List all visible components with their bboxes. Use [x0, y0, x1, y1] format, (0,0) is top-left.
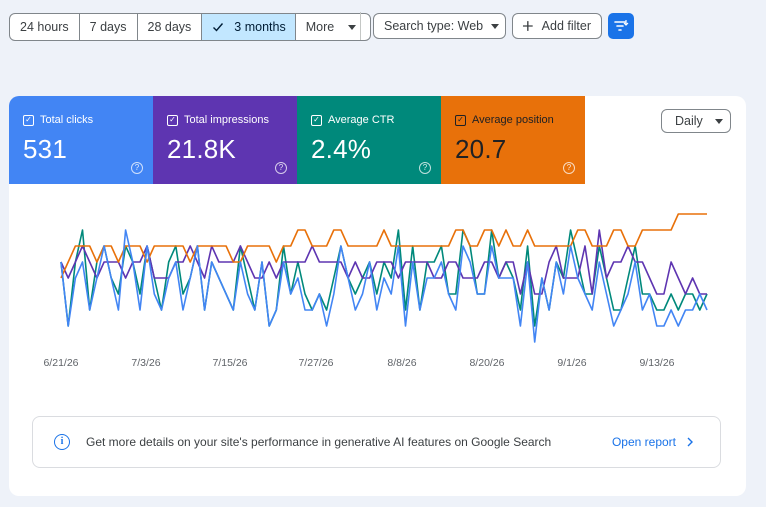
range-label: 3 months [234, 20, 286, 34]
filter-list-icon [614, 20, 629, 31]
range-label: 28 days [147, 20, 192, 34]
range-7-days[interactable]: 7 days [80, 14, 138, 40]
check-icon [213, 23, 224, 32]
toolbar-divider [360, 12, 361, 40]
x-tick-label: 6/21/26 [43, 357, 78, 369]
performance-line-chart: 6/21/26 7/3/26 7/15/26 7/27/26 8/8/26 8/20/26… [43, 213, 708, 369]
add-filter-button[interactable]: Add filter [512, 13, 602, 39]
x-tick-label: 7/15/26 [212, 357, 247, 369]
range-label: More [305, 20, 335, 34]
ai-features-banner: i Get more details on your site's perfor… [32, 416, 721, 468]
open-report-label: Open report [611, 435, 676, 449]
x-tick-label: 9/13/26 [639, 357, 674, 369]
dropdown-caret-icon [348, 24, 357, 30]
range-more-dropdown[interactable]: More [296, 14, 370, 40]
info-icon: i [54, 434, 70, 450]
x-tick-label: 8/8/26 [387, 357, 416, 369]
plus-icon [522, 21, 533, 31]
dropdown-caret-icon [491, 23, 500, 29]
date-range-selector: 24 hours 7 days 28 days 3 months More [9, 13, 372, 41]
search-type-label: Search type: Web [384, 19, 484, 33]
x-tick-label: 7/27/26 [298, 357, 333, 369]
range-28-days[interactable]: 28 days [138, 14, 203, 40]
chevron-right-icon [687, 437, 693, 447]
range-24-hours[interactable]: 24 hours [10, 14, 80, 40]
open-report-link[interactable]: Open report [612, 435, 694, 449]
search-type-dropdown[interactable]: Search type: Web [373, 13, 506, 39]
x-tick-label: 7/3/26 [131, 357, 160, 369]
range-label: 24 hours [20, 20, 69, 34]
x-tick-label: 9/1/26 [557, 357, 586, 369]
x-tick-label: 8/20/26 [469, 357, 504, 369]
add-filter-label: Add filter [541, 19, 591, 33]
range-label: 7 days [89, 20, 127, 34]
range-3-months[interactable]: 3 months [202, 14, 296, 40]
performance-card: ✓ Total clicks 531 ? ✓ Total impressions 2… [9, 96, 746, 496]
filter-options-button[interactable] [608, 13, 634, 39]
banner-message: Get more details on your site's performa… [86, 435, 552, 449]
